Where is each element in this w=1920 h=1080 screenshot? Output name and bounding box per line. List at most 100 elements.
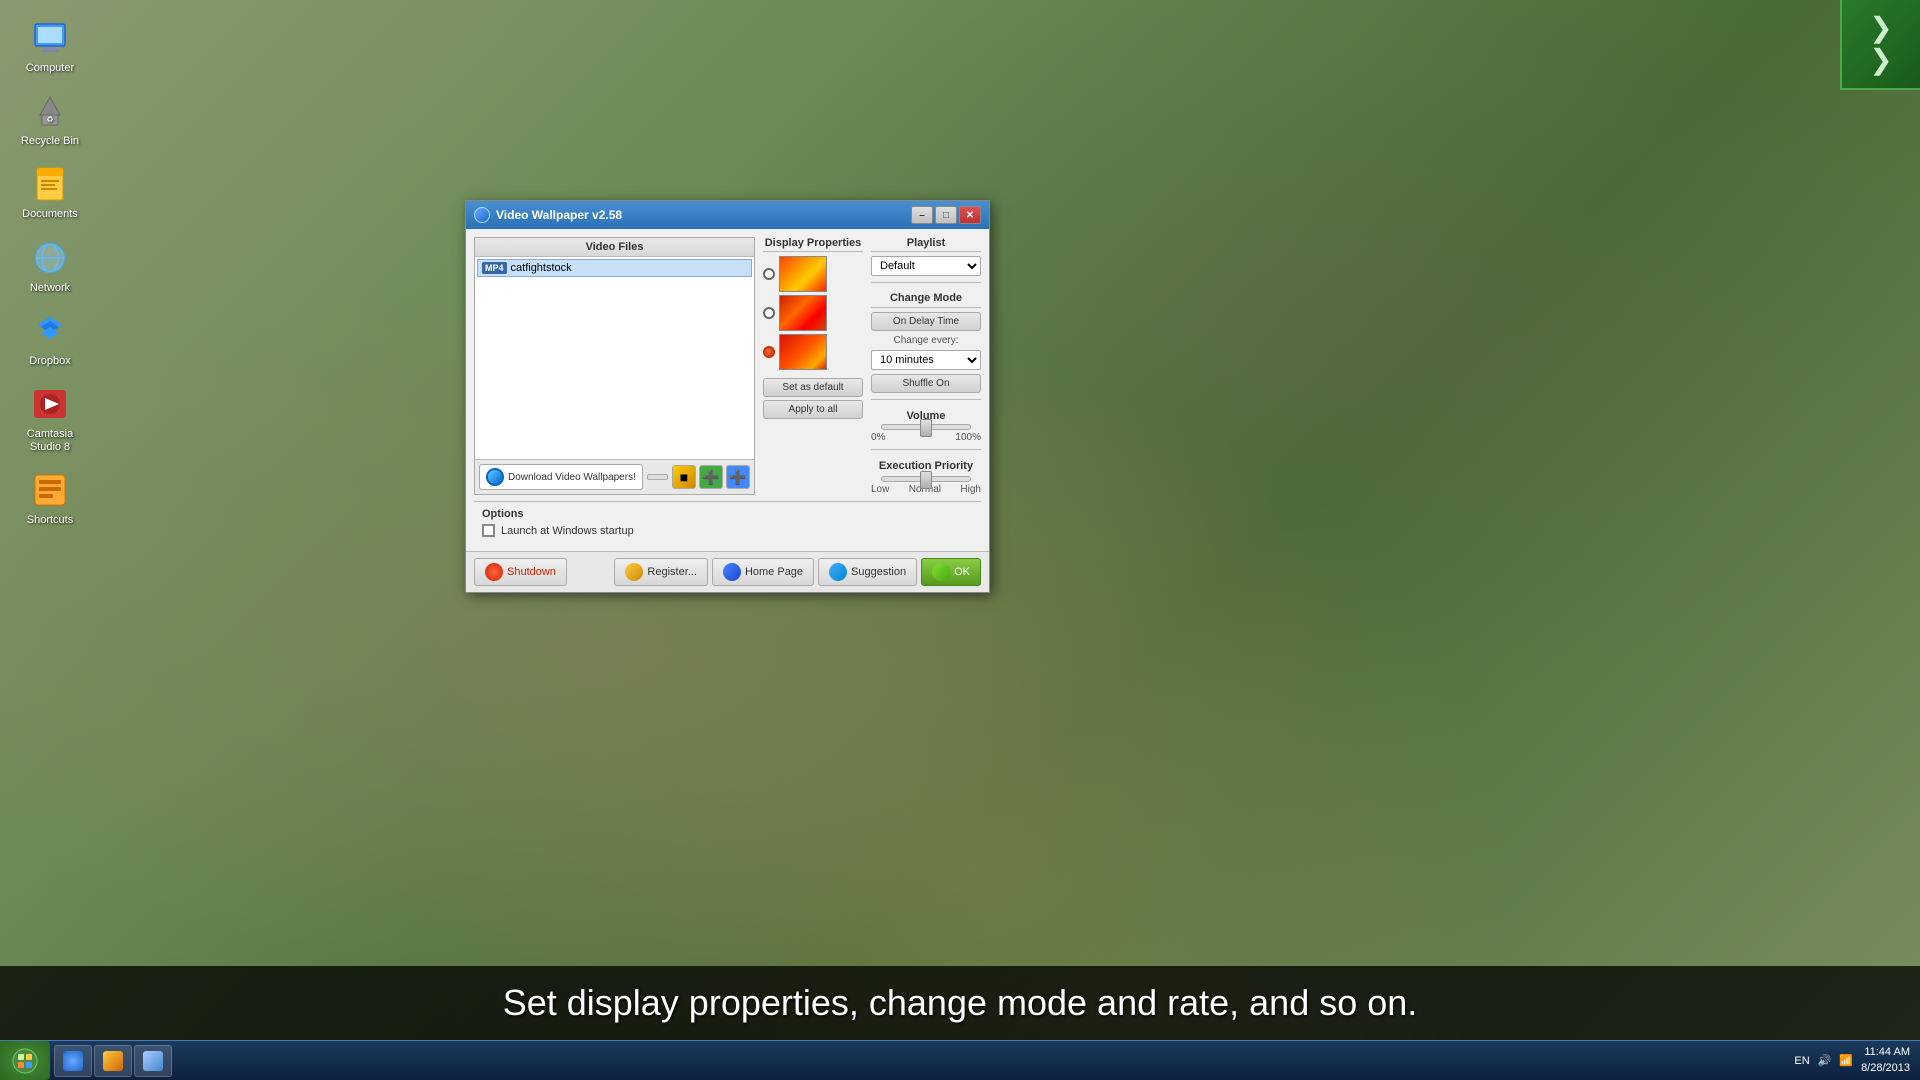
radio-thumb-1[interactable]: [763, 268, 775, 280]
volume-slider-container[interactable]: [871, 424, 981, 430]
recycle-icon: ♻: [30, 91, 70, 131]
maximize-button[interactable]: □: [935, 206, 957, 224]
desktop-icon-network[interactable]: Network: [10, 230, 90, 303]
apply-to-all-button[interactable]: Apply to all: [763, 400, 863, 419]
taskbar: EN 🔊 📶 11:44 AM 8/28/2013: [0, 1040, 1920, 1080]
volume-min-label: 0%: [871, 432, 885, 443]
volume-section: Volume 0% 100%: [871, 410, 981, 443]
bubble-icon: [829, 563, 847, 581]
register-button[interactable]: Register...: [614, 558, 708, 586]
thumbnail-1[interactable]: [779, 256, 827, 292]
thumb-row-1[interactable]: [763, 256, 863, 292]
desktop-icon-camtasia[interactable]: CamtasiaStudio 8: [10, 376, 90, 462]
taskbar-app-1[interactable]: [54, 1045, 92, 1077]
shutdown-button[interactable]: Shutdown: [474, 558, 567, 586]
video-list[interactable]: MP4 catfightstock: [475, 257, 754, 459]
taskbar-clock[interactable]: 11:44 AM 8/28/2013: [1861, 1045, 1910, 1076]
change-every-label: Change every:: [871, 335, 981, 346]
priority-thumb[interactable]: [920, 471, 932, 489]
ok-button[interactable]: OK: [921, 558, 981, 586]
thumb-row-3[interactable]: [763, 334, 863, 370]
subtitle-text: Set display properties, change mode and …: [503, 982, 1418, 1023]
priority-low-label: Low: [871, 484, 889, 495]
start-button[interactable]: [0, 1041, 50, 1080]
volume-thumb[interactable]: [920, 419, 932, 437]
set-as-default-button[interactable]: Set as default: [763, 378, 863, 397]
recycle-label: Recycle Bin: [21, 135, 79, 148]
radio-thumb-3[interactable]: [763, 346, 775, 358]
shortcuts-icon: [30, 470, 70, 510]
dialog-footer: Shutdown Register... Home Page Suggestio…: [466, 551, 989, 592]
dialog-titlebar: Video Wallpaper v2.58 – □ ✕: [466, 201, 989, 229]
shutdown-label: Shutdown: [507, 566, 556, 578]
color-tool-icon[interactable]: ■: [672, 465, 696, 489]
options-section: Options Launch at Windows startup: [474, 501, 981, 543]
priority-high-label: High: [960, 484, 981, 495]
dialog-body: Video Files MP4 catfightstock Download V…: [466, 229, 989, 551]
video-list-item[interactable]: MP4 catfightstock: [477, 259, 752, 277]
desktop-icon-recycle[interactable]: ♻ Recycle Bin: [10, 83, 90, 156]
desktop-icon-computer[interactable]: Computer: [10, 10, 90, 83]
priority-slider-container[interactable]: [871, 476, 981, 482]
chevron-down-icon: ❯: [1869, 14, 1892, 42]
chevron-button[interactable]: ❯ ❯: [1840, 0, 1920, 90]
chevron-down-icon-2: ❯: [1869, 46, 1892, 74]
minimize-button[interactable]: –: [911, 206, 933, 224]
desktop-icons-container: Computer ♻ Recycle Bin Documents: [0, 0, 100, 546]
radio-thumb-2[interactable]: [763, 307, 775, 319]
thumbnail-2[interactable]: [779, 295, 827, 331]
desktop-icon-dropbox[interactable]: Dropbox: [10, 303, 90, 376]
volume-max-label: 100%: [955, 432, 981, 443]
camtasia-icon: [30, 384, 70, 424]
thumb-row-2[interactable]: [763, 295, 863, 331]
camtasia-label: CamtasiaStudio 8: [27, 428, 73, 454]
home-page-button[interactable]: Home Page: [712, 558, 814, 586]
add-green-icon[interactable]: ➕: [699, 465, 723, 489]
computer-icon: [30, 18, 70, 58]
download-label: Download Video Wallpapers!: [508, 472, 636, 483]
ok-label: OK: [954, 566, 970, 578]
dialog-title: Video Wallpaper v2.58: [496, 208, 622, 222]
progress-slider[interactable]: [647, 474, 668, 480]
shortcuts-label: Shortcuts: [27, 514, 73, 527]
launch-startup-row[interactable]: Launch at Windows startup: [482, 524, 973, 537]
taskbar-app-2[interactable]: [94, 1045, 132, 1077]
clock-time: 11:44 AM: [1861, 1045, 1910, 1060]
volume-slider[interactable]: [881, 424, 971, 430]
taskbar-apps: [50, 1045, 1784, 1077]
network-label: Network: [30, 282, 70, 295]
video-wallpaper-dialog: Video Wallpaper v2.58 – □ ✕ Video Files …: [465, 200, 990, 593]
apply-buttons: Set as default Apply to all: [763, 378, 863, 419]
display-properties-header: Display Properties: [763, 237, 863, 252]
on-delay-time-button[interactable]: On Delay Time: [871, 312, 981, 331]
launch-startup-checkbox[interactable]: [482, 524, 495, 537]
download-button[interactable]: Download Video Wallpapers!: [479, 464, 643, 490]
suggestion-button[interactable]: Suggestion: [818, 558, 917, 586]
desktop-icon-shortcuts[interactable]: Shortcuts: [10, 462, 90, 535]
shutdown-icon: [485, 563, 503, 581]
launch-startup-label: Launch at Windows startup: [501, 525, 634, 537]
subtitle-bar: Set display properties, change mode and …: [0, 966, 1920, 1040]
execution-section: Execution Priority Low Normal High: [871, 460, 981, 495]
thumbnail-3[interactable]: [779, 334, 827, 370]
change-mode-header: Change Mode: [871, 289, 981, 308]
video-toolbar: Download Video Wallpapers! ■ ➕ ➕: [475, 459, 754, 494]
playlist-dropdown[interactable]: Default: [871, 256, 981, 276]
check-icon: [932, 563, 950, 581]
volume-indicator[interactable]: 🔊: [1818, 1054, 1832, 1067]
footer-right-buttons: Register... Home Page Suggestion OK: [614, 558, 981, 586]
taskbar-app-3[interactable]: [134, 1045, 172, 1077]
close-button[interactable]: ✕: [959, 206, 981, 224]
documents-label: Documents: [22, 208, 78, 221]
add-blue-icon[interactable]: ➕: [726, 465, 750, 489]
home-page-label: Home Page: [745, 566, 803, 578]
dropbox-icon: [30, 311, 70, 351]
house-icon: [723, 563, 741, 581]
shuffle-button[interactable]: Shuffle On: [871, 374, 981, 393]
priority-slider[interactable]: [881, 476, 971, 482]
network-indicator[interactable]: 📶: [1839, 1054, 1853, 1067]
network-icon: [30, 238, 70, 278]
desktop-icon-documents[interactable]: Documents: [10, 156, 90, 229]
download-icon: [486, 468, 504, 486]
interval-dropdown[interactable]: 10 minutes: [871, 350, 981, 370]
